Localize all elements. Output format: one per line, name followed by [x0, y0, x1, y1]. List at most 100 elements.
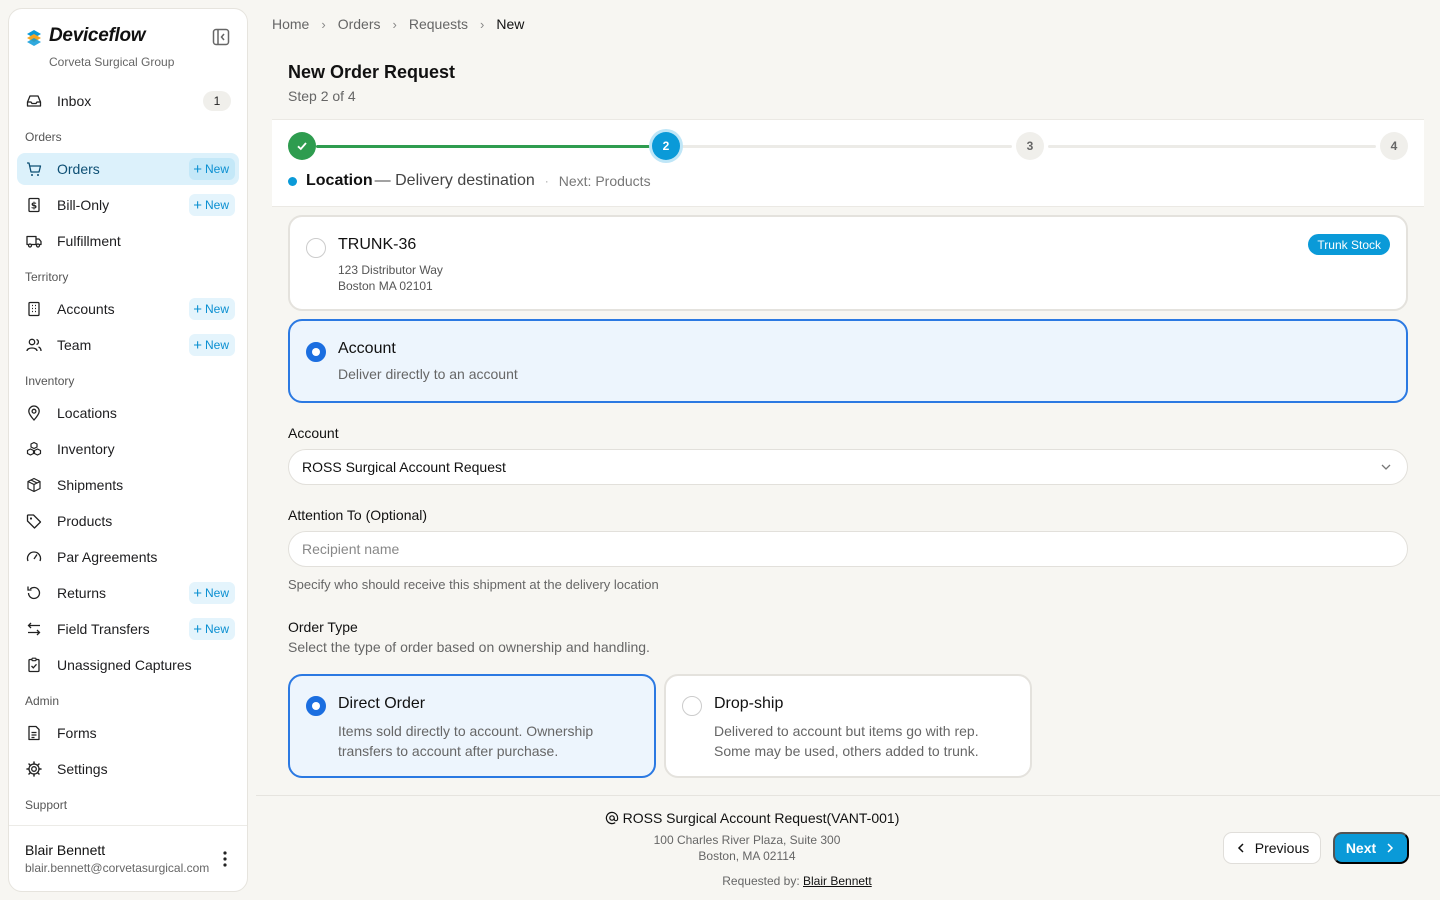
footer-account: ROSS Surgical Account Request(VANT-001): [256, 810, 1248, 826]
breadcrumb: Home › Orders › Requests › New: [272, 14, 524, 34]
sidebar-item-label: Locations: [57, 405, 117, 421]
chevron-right-icon: ›: [392, 16, 397, 32]
account-select[interactable]: ROSS Surgical Account Request: [288, 449, 1408, 485]
new-label: New: [204, 302, 229, 316]
radio-direct-order[interactable]: [306, 696, 326, 716]
sidebar-item-locations[interactable]: Locations: [17, 397, 239, 429]
sidebar-item-team[interactable]: Team + New: [17, 329, 239, 361]
sidebar-item-inbox[interactable]: Inbox 1: [17, 85, 239, 117]
new-order-button[interactable]: + New: [189, 158, 235, 180]
location-option-trunk[interactable]: TRUNK-36 123 Distributor Way Boston MA 0…: [288, 215, 1408, 311]
sidebar-item-products[interactable]: Products: [17, 505, 239, 537]
plus-icon: +: [193, 160, 202, 178]
next-button[interactable]: Next: [1333, 832, 1409, 864]
new-label: New: [204, 198, 229, 212]
sidebar-item-accounts[interactable]: Accounts + New: [17, 293, 239, 325]
sidebar-item-field-transfers[interactable]: Field Transfers + New: [17, 613, 239, 645]
page-title: New Order Request: [288, 62, 456, 82]
section-label-inventory: Inventory: [25, 374, 75, 388]
gear-icon: [25, 760, 43, 778]
breadcrumb-home[interactable]: Home: [272, 16, 309, 32]
previous-button[interactable]: Previous: [1223, 832, 1321, 864]
step-3: 3: [1016, 132, 1044, 160]
breadcrumb-requests[interactable]: Requests: [409, 16, 468, 32]
sidebar-item-shipments[interactable]: Shipments: [17, 469, 239, 501]
sidebar-item-label: Inbox: [57, 93, 92, 109]
chevron-right-icon: [1387, 843, 1394, 853]
chevron-right-icon: ›: [321, 16, 326, 32]
attention-input[interactable]: Recipient name: [288, 531, 1408, 567]
footer-account-name: ROSS Surgical Account Request(VANT-001): [622, 810, 900, 826]
radio-drop-ship[interactable]: [682, 696, 702, 716]
attention-help-text: Specify who should receive this shipment…: [288, 577, 659, 592]
requested-by-user-link[interactable]: Blair Bennett: [803, 874, 872, 888]
radio-trunk[interactable]: [306, 238, 326, 258]
account-option-description: Deliver directly to an account: [338, 366, 518, 382]
plus-icon: +: [193, 336, 202, 354]
map-pin-icon: [25, 404, 43, 422]
gauge-icon: [25, 548, 43, 566]
sidebar-item-forms[interactable]: Forms: [17, 717, 239, 749]
sidebar-item-label: Field Transfers: [57, 621, 150, 637]
new-bill-only-button[interactable]: + New: [189, 194, 235, 216]
rotate-ccw-icon: [25, 584, 43, 602]
package-icon: [25, 476, 43, 494]
account-select-value: ROSS Surgical Account Request: [302, 459, 506, 475]
step-separator: ·: [544, 174, 549, 188]
sidebar-item-label: Shipments: [57, 477, 124, 493]
new-return-button[interactable]: + New: [189, 582, 235, 604]
sidebar-item-label: Fulfillment: [57, 233, 121, 249]
more-vertical-icon[interactable]: [217, 848, 233, 870]
current-step-name: Location: [306, 172, 373, 189]
attention-label: Attention To (Optional): [288, 507, 428, 523]
deviceflow-logo-icon: [27, 30, 41, 46]
drop-ship-title: Drop-ship: [714, 695, 784, 712]
page-subtitle: Step 2 of 4: [288, 88, 356, 104]
location-option-account[interactable]: Account Deliver directly to an account: [288, 319, 1408, 403]
current-step-label: Location — Delivery destination · Next: …: [288, 172, 651, 190]
new-label: New: [204, 622, 229, 636]
step-connector: [1048, 145, 1376, 148]
user-profile[interactable]: Blair Bennett blair.bennett@corvetasurgi…: [9, 825, 247, 891]
section-label-support: Support: [25, 798, 68, 812]
section-label-territory: Territory: [25, 270, 69, 284]
new-account-button[interactable]: + New: [189, 298, 235, 320]
sidebar-item-bill-only[interactable]: $ Bill-Only + New: [17, 189, 239, 221]
direct-order-title: Direct Order: [338, 695, 426, 712]
sidebar-item-returns[interactable]: Returns + New: [17, 577, 239, 609]
step-2-current[interactable]: 2: [652, 132, 680, 160]
sidebar-item-inventory[interactable]: Inventory: [17, 433, 239, 465]
requested-by: Requested by: Blair Bennett: [256, 874, 1338, 888]
current-step-description: — Delivery destination: [374, 172, 535, 189]
new-field-transfer-button[interactable]: + New: [189, 618, 235, 640]
step-connector-complete: [316, 145, 650, 148]
stepper: 2 3 4 Location — Delivery destination · …: [272, 119, 1424, 207]
truck-icon: [25, 232, 43, 250]
at-sign-icon: [605, 811, 618, 825]
step-connector: [680, 145, 1012, 148]
step-1-complete[interactable]: [288, 132, 316, 160]
attention-placeholder: Recipient name: [302, 541, 400, 557]
order-type-dropship[interactable]: Drop-ship Delivered to account but items…: [664, 674, 1032, 778]
trunk-address-line-2: Boston MA 02101: [338, 279, 433, 293]
sidebar-item-label: Products: [57, 513, 113, 529]
sidebar-item-unassigned-captures[interactable]: Unassigned Captures: [17, 649, 239, 681]
trunk-stock-badge: Trunk Stock: [1308, 234, 1390, 255]
new-team-button[interactable]: + New: [189, 334, 235, 356]
organization-name: Corveta Surgical Group: [49, 55, 175, 69]
radio-account[interactable]: [306, 342, 326, 362]
sidebar-item-fulfillment[interactable]: Fulfillment: [17, 225, 239, 257]
building-icon: [25, 300, 43, 318]
sidebar-item-par-agreements[interactable]: Par Agreements: [17, 541, 239, 573]
collapse-sidebar-icon[interactable]: [211, 27, 231, 47]
svg-text:$: $: [31, 202, 37, 212]
breadcrumb-orders[interactable]: Orders: [338, 16, 381, 32]
order-type-direct[interactable]: Direct Order Items sold directly to acco…: [288, 674, 656, 778]
order-type-label: Order Type: [288, 619, 358, 635]
sidebar-item-label: Forms: [57, 725, 97, 741]
user-email: blair.bennett@corvetasurgical.com: [25, 861, 210, 875]
sidebar-item-settings[interactable]: Settings: [17, 753, 239, 785]
sidebar-item-orders[interactable]: Orders + New: [17, 153, 239, 185]
account-label: Account: [288, 425, 339, 441]
sidebar-item-label: Team: [57, 337, 92, 353]
